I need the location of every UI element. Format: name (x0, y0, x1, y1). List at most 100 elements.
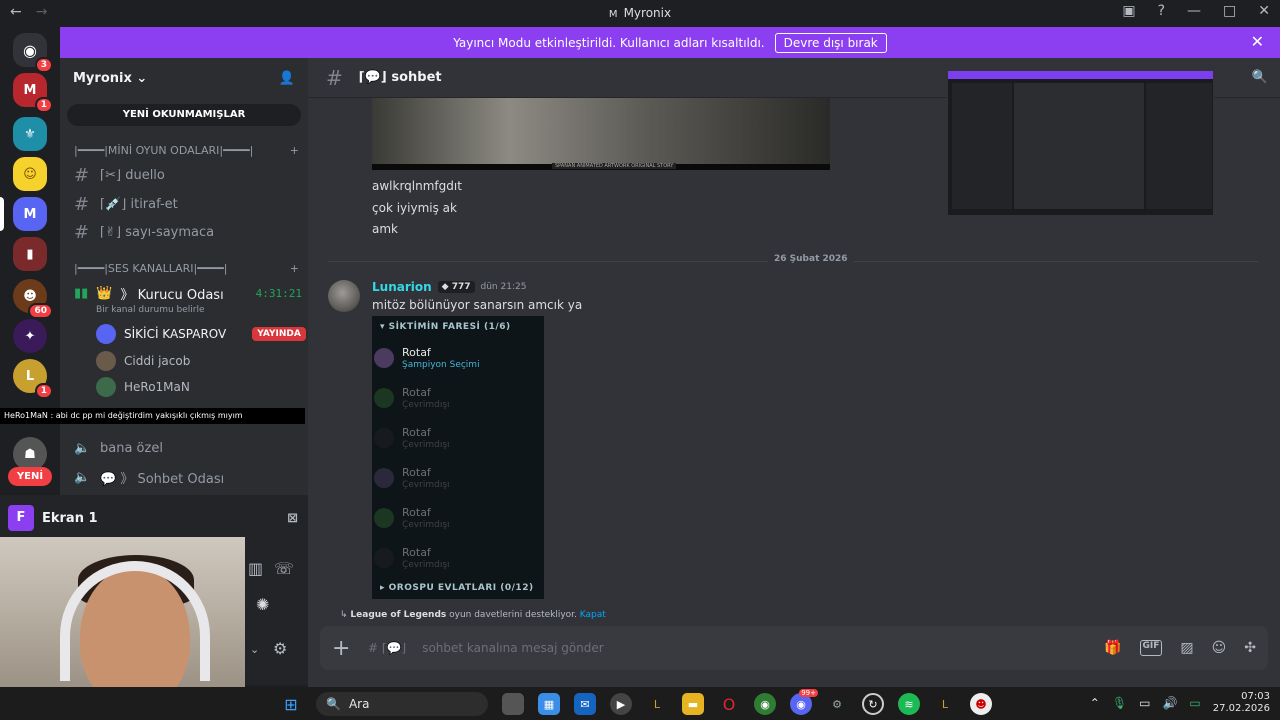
embed-footer: ▸ OROSPU EVLATLARI (0/12) (380, 583, 534, 593)
chevron-up-icon[interactable]: ⌃ (1090, 696, 1100, 710)
screen-title: Ekran 1 (42, 510, 98, 526)
taskbar-search[interactable]: 🔍 Ara (316, 692, 488, 716)
lobby-player: Rotaf Çevrimdışı (372, 504, 542, 544)
category-voice-channels[interactable]: |━━━━|SES KANALLARI|━━━━| + (74, 262, 299, 275)
game-invite-note: ↳ League of Legends oyun davetlerini des… (340, 610, 606, 620)
discord-taskbar-icon[interactable]: ◉ 99+ (790, 689, 818, 715)
help-icon[interactable]: ? (1158, 3, 1165, 19)
emoji-icon[interactable]: ☺ (1212, 640, 1227, 656)
voice-user[interactable]: HeRo1MaN (96, 377, 190, 397)
minimize-icon[interactable]: — (1187, 3, 1201, 19)
network-icon[interactable]: ▭ (1139, 696, 1150, 710)
file-explorer-icon[interactable]: ▬ (682, 693, 704, 715)
volume-icon[interactable]: 🔊 (1162, 696, 1177, 710)
voice-channel-kurucu-odasi[interactable]: ▮▮ 👑 》 Kurucu Odası 4:31:21 Bir kanal du… (74, 284, 302, 315)
voice-user[interactable]: SİKİCİ KASPAROV YAYINDA (96, 324, 306, 344)
game-app-icon[interactable]: ☻ (970, 693, 992, 715)
server-icon[interactable]: ☗ (13, 437, 47, 471)
server-icon[interactable]: ✦ (13, 319, 47, 353)
speaker-icon: 🔈 (74, 469, 91, 485)
server-icon[interactable]: ☺ (13, 157, 47, 191)
player-avatar (374, 468, 394, 488)
clock[interactable]: 07:03 27.02.2026 (1213, 691, 1270, 715)
channel-sayi-saymaca[interactable]: # ⌈✌⌋ sayı-saymaca (74, 220, 299, 244)
soundboard-icon[interactable]: ▥ (248, 559, 263, 578)
microphone-icon[interactable]: 🎙 (1112, 696, 1127, 710)
league-icon[interactable]: L (934, 693, 956, 715)
server-icon[interactable]: M1 (13, 73, 53, 113)
lobby-player: Rotaf Çevrimdışı (372, 424, 542, 464)
stream-preview[interactable] (947, 70, 1214, 216)
settings-icon[interactable]: ⚙ (826, 693, 848, 715)
video-embed[interactable]: SPANAN ANIMATED ARTWORK ORIGINAL STORY (372, 98, 830, 170)
opera-icon[interactable]: O (718, 693, 740, 715)
discord-home-icon[interactable]: ◉ 3 (13, 33, 53, 73)
server-icon[interactable]: ▮ (13, 237, 47, 271)
add-member-icon[interactable]: 👤 (279, 71, 295, 86)
channel-name: sohbet (391, 70, 442, 85)
new-servers-badge[interactable]: YENİ (8, 467, 52, 486)
channel-duello[interactable]: # ⌈✂⌋ duello (74, 163, 299, 187)
message-composer[interactable]: + # ⌈💬⌋ sohbet kanalına mesaj gönder 🎁 G… (320, 626, 1268, 670)
window-controls: ▣ ? — □ ✕ (1122, 3, 1270, 19)
media-player-icon[interactable]: ▶ (610, 693, 632, 715)
server-icon[interactable]: ⚜ (13, 117, 47, 151)
app-icon[interactable]: ↻ (862, 693, 884, 715)
close-window-icon[interactable]: ✕ (1258, 3, 1270, 19)
gift-icon[interactable]: 🎁 (1104, 640, 1121, 656)
gif-icon[interactable]: GIF (1139, 640, 1163, 656)
new-unreads-button[interactable]: YENİ OKUNMAMIŞLAR (67, 104, 301, 126)
maximize-icon[interactable]: □ (1223, 3, 1236, 19)
outlook-icon[interactable]: ✉ (574, 693, 596, 715)
activity-icon[interactable]: ✺ (256, 595, 269, 614)
message-text: awlkrqlnmfgdıt (372, 179, 462, 193)
live-badge: YAYINDA (252, 327, 306, 341)
spotify-icon[interactable]: ≋ (898, 693, 920, 715)
voice-channel-sohbet-odasi[interactable]: 🔈 💬 》 Sohbet Odası (74, 465, 299, 489)
task-view-icon[interactable] (502, 693, 524, 715)
chrome-icon[interactable]: ◉ (754, 693, 776, 715)
dismiss-link[interactable]: Kapat (580, 610, 606, 620)
current-server-icon[interactable]: M (0, 197, 47, 231)
chevron-down-icon[interactable]: ⌄ (250, 643, 259, 656)
store-icon[interactable]: ▦ (538, 693, 560, 715)
add-channel-icon[interactable]: + (290, 144, 299, 157)
avatar (96, 377, 116, 397)
league-client-icon[interactable]: L (646, 693, 668, 715)
server-icon[interactable]: L1 (13, 359, 53, 399)
avatar[interactable] (328, 280, 360, 312)
apps-icon[interactable]: ✣ (1244, 640, 1256, 656)
disconnect-icon[interactable]: ☏ (274, 559, 294, 578)
search-icon[interactable]: 🔍 (1252, 70, 1268, 85)
channel-status[interactable]: Bir kanal durumu belirle (96, 305, 302, 315)
voice-channel-bana-ozel[interactable]: 🔈 bana özel (74, 436, 299, 460)
windows-start-icon[interactable]: ⊞ (280, 693, 302, 715)
channel-itiraf-et[interactable]: # ⌈💉⌋ itiraf-et (74, 192, 299, 216)
voice-user[interactable]: Ciddi jacob (96, 351, 190, 371)
taskbar-apps: ⊞ 🔍 Ara ▦ ✉ ▶ L ▬ O ◉ ◉ 99+ ⚙ ↻ ≋ L ☻ (280, 689, 992, 716)
message-author[interactable]: Lunarion ◆ 777 dün 21:25 (372, 280, 526, 294)
attach-plus-icon[interactable]: + (332, 636, 352, 661)
screen-avatar: F (8, 505, 34, 531)
disable-streamer-mode-button[interactable]: Devre dışı bırak (774, 32, 887, 53)
settings-gear-icon[interactable]: ⚙ (273, 639, 287, 658)
system-tray: ⌃ 🎙 ▭ 🔊 ▭ 07:03 27.02.2026 (1090, 691, 1270, 715)
server-icon[interactable]: ☻ 60 (13, 279, 53, 319)
battery-icon[interactable]: ▭ (1189, 696, 1200, 710)
search-icon: 🔍 (326, 697, 341, 711)
sticker-icon[interactable]: ▨ (1180, 640, 1193, 656)
category-mini-games[interactable]: |━━━━|MİNİ OYUN ODALARI|━━━━| + (74, 144, 299, 157)
add-channel-icon[interactable]: + (290, 262, 299, 275)
close-stream-icon[interactable]: ⊠ (287, 511, 298, 526)
close-icon[interactable]: ✕ (1251, 32, 1264, 51)
guild-header[interactable]: Myronix ⌄ 👤 (60, 58, 308, 98)
inbox-icon[interactable]: ▣ (1122, 3, 1135, 19)
player-avatar (374, 428, 394, 448)
player-avatar (374, 348, 394, 368)
hash-icon: # (74, 221, 90, 243)
lobby-player: Rotaf Çevrimdışı (372, 464, 542, 504)
reply-arrow-icon: ↳ (340, 610, 348, 620)
player-avatar (374, 388, 394, 408)
guild-name: Myronix (73, 70, 132, 86)
message-input[interactable]: sohbet kanalına mesaj gönder (422, 641, 1088, 655)
